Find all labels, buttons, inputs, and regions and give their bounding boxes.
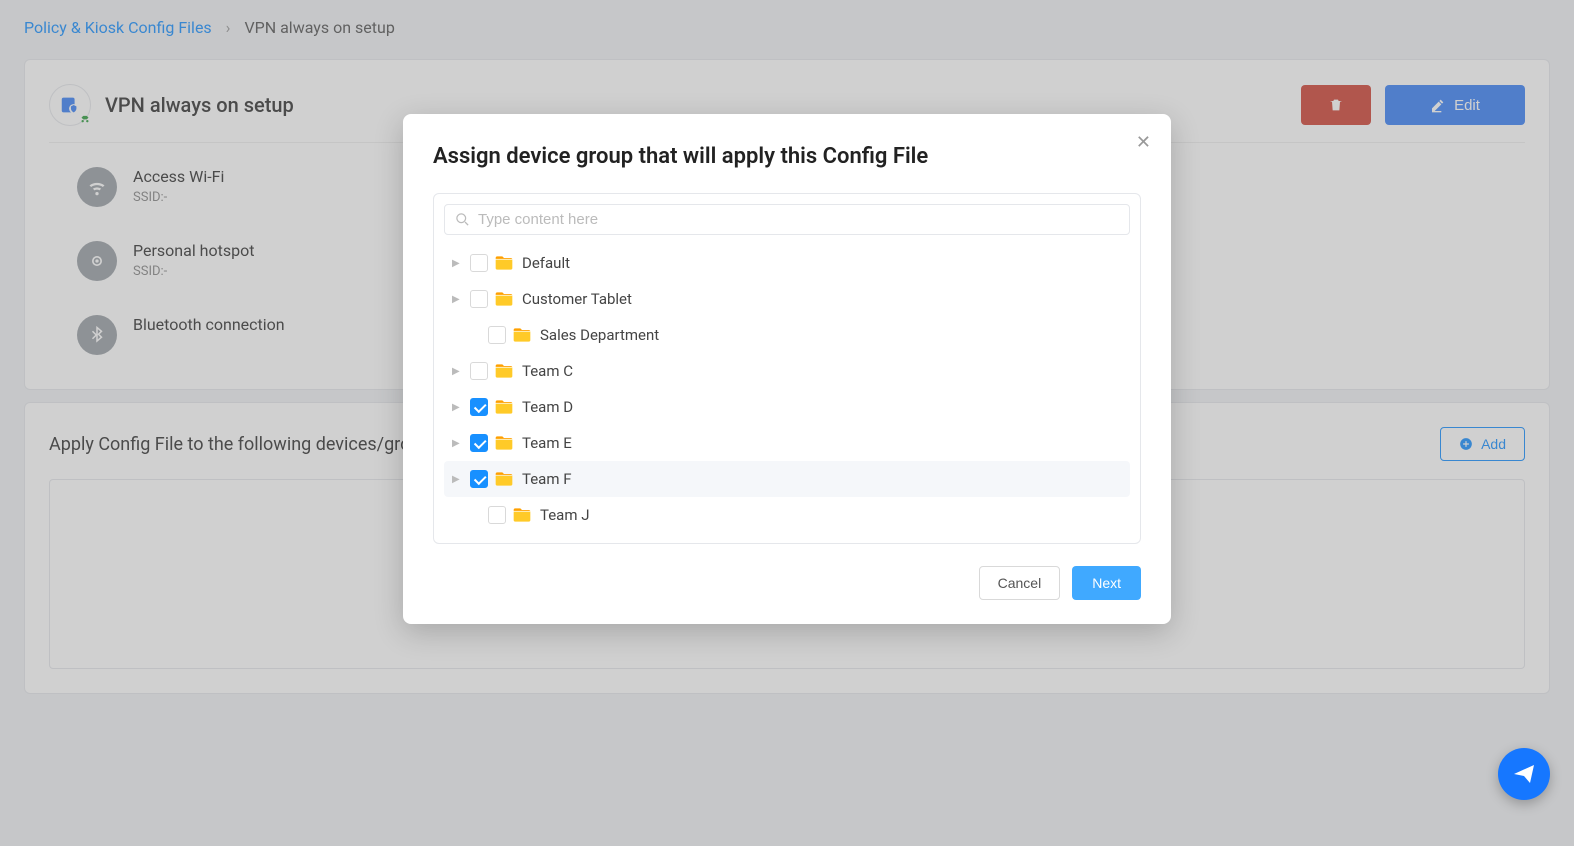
paper-plane-icon [1512,762,1536,786]
tree-row[interactable]: ▶ Team E [444,425,1130,461]
tree-label: Customer Tablet [522,290,632,308]
tree-row[interactable]: ▶Team J [444,497,1130,533]
help-fab[interactable] [1498,748,1550,800]
tree-row[interactable]: ▶Sales Department [444,317,1130,353]
expand-caret-icon[interactable]: ▶ [452,474,468,485]
tree-label: Team F [522,470,572,488]
expand-caret-icon[interactable]: ▶ [452,258,468,269]
checkbox[interactable] [470,470,488,488]
folder-icon [512,325,532,345]
folder-icon [494,289,514,309]
folder-icon [494,397,514,417]
folder-icon [512,505,532,525]
group-tree: ▶Default▶Customer Tablet▶Sales Departmen… [444,245,1130,533]
checkbox[interactable] [470,434,488,452]
tree-row[interactable]: ▶ Team D [444,389,1130,425]
folder-icon [494,433,514,453]
checkbox[interactable] [470,398,488,416]
tree-label: Default [522,254,570,272]
expand-caret-icon[interactable]: ▶ [452,438,468,449]
folder-icon [494,253,514,273]
tree-label: Team C [522,362,573,380]
cancel-button[interactable]: Cancel [979,566,1061,600]
search-input-wrap[interactable] [444,204,1130,235]
tree-row[interactable]: ▶ Customer Tablet [444,281,1130,317]
tree-label: Team E [522,434,572,452]
expand-caret-icon[interactable]: ▶ [452,366,468,377]
checkbox[interactable] [470,254,488,272]
tree-label: Team J [540,506,590,524]
tree-label: Sales Department [540,326,659,344]
search-icon [455,212,470,227]
next-button[interactable]: Next [1072,566,1141,600]
search-input[interactable] [478,211,1119,228]
expand-caret-icon[interactable]: ▶ [452,294,468,305]
tree-row[interactable]: ▶ Team F [444,461,1130,497]
tree-row[interactable]: ▶ Team C [444,353,1130,389]
folder-icon [494,469,514,489]
checkbox[interactable] [470,362,488,380]
folder-icon [494,361,514,381]
tree-row[interactable]: ▶ Default [444,245,1130,281]
assign-group-modal: ✕ Assign device group that will apply th… [403,114,1171,624]
modal-title: Assign device group that will apply this… [433,144,1141,169]
checkbox[interactable] [470,290,488,308]
checkbox[interactable] [488,326,506,344]
close-button[interactable]: ✕ [1136,132,1151,153]
tree-label: Team D [522,398,573,416]
close-icon: ✕ [1136,132,1151,152]
checkbox[interactable] [488,506,506,524]
expand-caret-icon[interactable]: ▶ [452,402,468,413]
